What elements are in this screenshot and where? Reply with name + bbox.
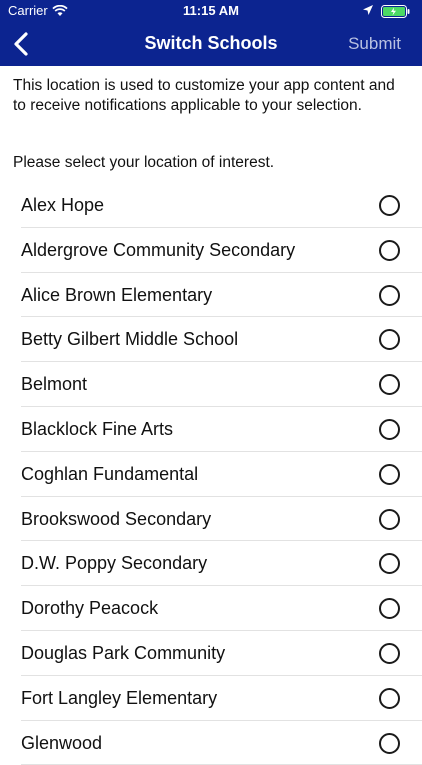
school-name: D.W. Poppy Secondary <box>21 553 208 574</box>
school-list: Alex Hope Aldergrove Community Secondary A… <box>0 183 422 765</box>
radio-button[interactable] <box>379 687 400 709</box>
school-row[interactable]: Alice Brown Elementary <box>21 273 422 318</box>
radio-button[interactable] <box>379 553 400 575</box>
radio-button[interactable] <box>379 239 400 261</box>
school-row[interactable]: Dorothy Peacock <box>21 586 422 631</box>
radio-button[interactable] <box>379 418 400 440</box>
school-row[interactable]: Betty Gilbert Middle School <box>21 317 422 363</box>
school-row[interactable]: Coghlan Fundamental <box>21 452 422 497</box>
school-row[interactable]: Belmont <box>21 362 422 407</box>
intro-text: This location is used to customize your … <box>13 77 395 114</box>
location-arrow-icon <box>362 4 374 19</box>
radio-button[interactable] <box>379 195 400 216</box>
school-name: Alex Hope <box>21 195 105 215</box>
school-row[interactable]: Aldergrove Community Secondary <box>21 228 422 273</box>
radio-button[interactable] <box>379 329 400 351</box>
radio-button[interactable] <box>379 463 400 485</box>
school-name: Brookswood Secondary <box>21 508 212 529</box>
radio-button[interactable] <box>379 598 400 620</box>
school-row[interactable]: Fort Langley Elementary <box>21 676 422 721</box>
submit-button[interactable]: Submit <box>348 34 401 54</box>
clock: 11:15 AM <box>183 3 239 18</box>
school-row[interactable]: Brookswood Secondary <box>21 497 422 542</box>
school-name: Belmont <box>21 374 88 395</box>
school-name: Fort Langley Elementary <box>21 687 218 708</box>
navigation-bar: Switch Schools Submit <box>0 22 422 66</box>
radio-button[interactable] <box>379 732 400 754</box>
school-row[interactable]: Glenwood <box>21 721 422 765</box>
selection-prompt: Please select your location of interest. <box>13 154 275 171</box>
battery-icon <box>381 5 411 21</box>
school-name: Aldergrove Community Secondary <box>21 239 296 260</box>
school-row[interactable]: Blacklock Fine Arts <box>21 407 422 452</box>
school-row[interactable]: D.W. Poppy Secondary <box>21 541 422 587</box>
status-bar: Carrier 11:15 AM <box>0 0 422 22</box>
top-bar: Carrier 11:15 AM Switch Schools Submit <box>0 0 422 66</box>
school-name: Coghlan Fundamental <box>21 463 199 484</box>
radio-button[interactable] <box>379 374 400 396</box>
school-row[interactable]: Alex Hope <box>21 183 422 228</box>
school-row[interactable]: Douglas Park Community <box>21 631 422 676</box>
school-name: Douglas Park Community <box>21 642 226 663</box>
radio-button[interactable] <box>379 642 400 664</box>
school-name: Dorothy Peacock <box>21 598 159 619</box>
school-name: Alice Brown Elementary <box>21 284 213 305</box>
school-name: Blacklock Fine Arts <box>21 418 174 439</box>
radio-button[interactable] <box>379 508 400 530</box>
school-name: Glenwood <box>21 732 103 753</box>
school-name: Betty Gilbert Middle School <box>21 329 239 350</box>
radio-button[interactable] <box>379 284 400 306</box>
